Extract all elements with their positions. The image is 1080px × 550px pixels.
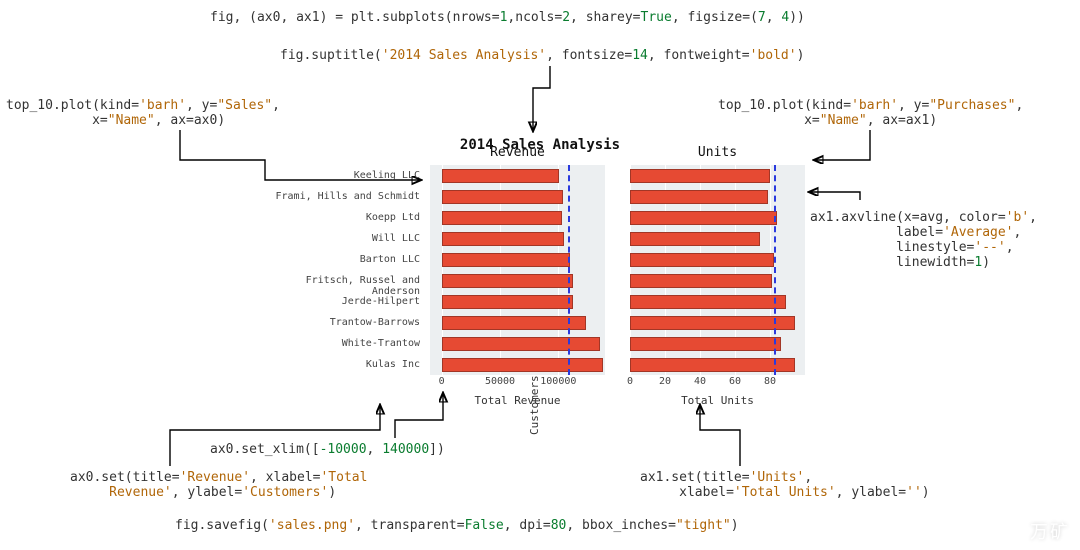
- code-ax0-set: ax0.set(title='Revenue', xlabel='Total R…: [70, 470, 367, 500]
- y-tick-label: Koepp Ltd: [270, 212, 420, 223]
- code-savefig: fig.savefig('sales.png', transparent=Fal…: [175, 518, 739, 533]
- y-tick-label: Barton LLC: [270, 254, 420, 265]
- code-plot-left: top_10.plot(kind='barh', y="Sales", x="N…: [6, 98, 280, 128]
- bar: [630, 295, 786, 309]
- watermark: 万矿: [1004, 518, 1070, 544]
- x-tick: 80: [764, 376, 776, 387]
- watermark-icon: [1004, 519, 1026, 541]
- bar: [630, 316, 795, 330]
- bar: [442, 316, 587, 330]
- x-tick: 0: [627, 376, 633, 387]
- bar: [630, 190, 768, 204]
- x-tick: 0: [439, 376, 445, 387]
- code-set-xlim: ax0.set_xlim([-10000, 140000]): [210, 442, 445, 457]
- x-ticks-units: 0 20 40 60 80: [630, 376, 805, 390]
- subplot-units: Units 020406080 Total Units: [630, 165, 805, 375]
- x-tick: 50000: [485, 376, 515, 387]
- figure: 2014 Sales Analysis Customers Revenue Ke…: [270, 165, 810, 415]
- avg-line-revenue: [568, 165, 570, 375]
- bar: [442, 169, 560, 183]
- y-tick-label: Fritsch, Russel and Anderson: [270, 275, 420, 297]
- bar: [442, 337, 601, 351]
- watermark-text: 万矿: [1030, 522, 1070, 542]
- y-tick-label: Trantow-Barrows: [270, 317, 420, 328]
- bar: [630, 253, 774, 267]
- bar: [630, 211, 777, 225]
- code-suptitle: fig.suptitle('2014 Sales Analysis', font…: [280, 48, 804, 63]
- y-tick-label: Kulas Inc: [270, 359, 420, 370]
- avg-line-units: [774, 165, 776, 375]
- bar: [442, 190, 563, 204]
- y-tick-label: Jerde-Hilpert: [270, 296, 420, 307]
- y-tick-label: Frami, Hills and Schmidt: [270, 191, 420, 202]
- y-tick-label: Keeling LLC: [270, 170, 420, 181]
- bar: [630, 232, 760, 246]
- y-tick-labels: Keeling LLC Frami, Hills and Schmidt Koepp…: [270, 165, 425, 375]
- subplot-revenue: Revenue Keeling LLCFrami, Hills and Schm…: [430, 165, 605, 375]
- code-subplots: fig, (ax0, ax1) = plt.subplots(nrows=1,n…: [210, 10, 805, 25]
- bar: [442, 232, 565, 246]
- x-axis-label-revenue: Total Revenue: [430, 394, 605, 407]
- x-tick: 100000: [540, 376, 576, 387]
- y-tick-label: Will LLC: [270, 233, 420, 244]
- bar: [442, 358, 603, 372]
- bar: [442, 253, 570, 267]
- bar: [442, 211, 562, 225]
- subplot-title-units: Units: [630, 145, 805, 160]
- code-axvline: ax1.axvline(x=avg, color='b', label='Ave…: [810, 210, 1037, 270]
- x-tick: 20: [659, 376, 671, 387]
- bar: [630, 169, 770, 183]
- y-tick-label: White-Trantow: [270, 338, 420, 349]
- x-axis-label-units: Total Units: [630, 394, 805, 407]
- x-ticks-revenue: 0 50000 100000: [430, 376, 605, 390]
- subplot-title-revenue: Revenue: [430, 145, 605, 160]
- code-ax1-set: ax1.set(title='Units', xlabel='Total Uni…: [640, 470, 930, 500]
- bar: [630, 274, 772, 288]
- bar: [630, 337, 781, 351]
- bar: [442, 274, 574, 288]
- bar: [630, 358, 795, 372]
- bar: [442, 295, 574, 309]
- x-tick: 60: [729, 376, 741, 387]
- code-plot-right: top_10.plot(kind='barh', y="Purchases", …: [718, 98, 1023, 128]
- diagram-root: { "code": { "subplots": "fig, (ax0, ax1)…: [0, 0, 1080, 550]
- x-tick: 40: [694, 376, 706, 387]
